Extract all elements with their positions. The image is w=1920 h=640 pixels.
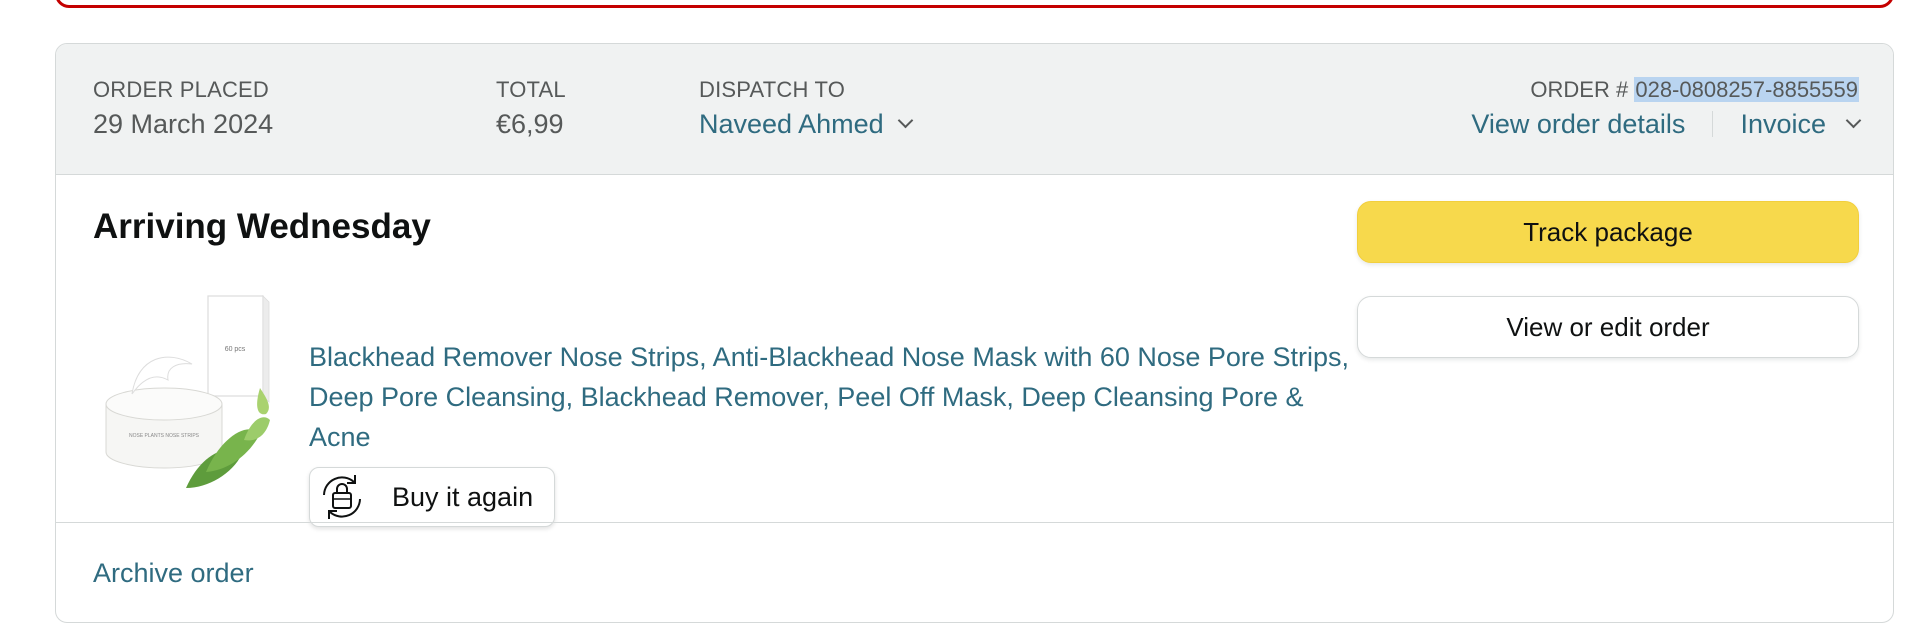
invoice-label: Invoice bbox=[1740, 109, 1826, 139]
track-package-button[interactable]: Track package bbox=[1357, 201, 1859, 263]
order-links: View order details Invoice bbox=[1471, 106, 1862, 142]
jar-lid bbox=[105, 387, 223, 421]
view-order-details-link[interactable]: View order details bbox=[1471, 106, 1685, 142]
jar-label: NOSE PLANTS NOSE STRIPS bbox=[129, 433, 200, 439]
dispatch-recipient-dropdown[interactable]: Naveed Ahmed bbox=[699, 106, 913, 142]
order-placed-label: ORDER PLACED bbox=[93, 77, 269, 102]
order-number-line: ORDER # 028-0808257-8855559 bbox=[1471, 76, 1859, 104]
alert-banner bbox=[55, 0, 1894, 8]
product-title-link[interactable]: Blackhead Remover Nose Strips, Anti-Blac… bbox=[309, 337, 1359, 457]
green-leaf-3 bbox=[244, 417, 270, 441]
total-column: TOTAL €6,99 bbox=[496, 76, 566, 142]
delivery-status-heading: Arriving Wednesday bbox=[93, 207, 431, 246]
archive-order-link[interactable]: Archive order bbox=[93, 555, 254, 591]
product-box-side bbox=[262, 295, 270, 403]
view-edit-order-button[interactable]: View or edit order bbox=[1357, 296, 1859, 358]
link-divider bbox=[1712, 111, 1714, 137]
order-header: ORDER PLACED 29 March 2024 TOTAL €6,99 D… bbox=[56, 44, 1893, 175]
buy-again-icon bbox=[323, 475, 361, 519]
dispatch-label: DISPATCH TO bbox=[699, 77, 846, 102]
order-card: ORDER PLACED 29 March 2024 TOTAL €6,99 D… bbox=[55, 43, 1894, 623]
chevron-down-icon bbox=[1845, 112, 1862, 128]
bag-handle bbox=[336, 483, 348, 493]
product-box-text: 60 pcs bbox=[225, 346, 246, 353]
chevron-down-icon bbox=[897, 112, 913, 128]
product-image[interactable]: 60 pcs NOSE PLANTS NOSE STRIPS bbox=[104, 294, 294, 509]
buy-again-button[interactable]: Buy it again bbox=[309, 467, 555, 527]
bag-body bbox=[332, 492, 352, 509]
dispatch-recipient-name: Naveed Ahmed bbox=[699, 109, 884, 139]
order-number-column: ORDER # 028-0808257-8855559 View order d… bbox=[1471, 76, 1862, 142]
dispatch-column: DISPATCH TO Naveed Ahmed bbox=[699, 76, 913, 142]
buy-again-label: Buy it again bbox=[392, 481, 534, 512]
invoice-dropdown[interactable]: Invoice bbox=[1740, 106, 1862, 142]
order-number[interactable]: 028-0808257-8855559 bbox=[1634, 77, 1859, 102]
order-placed-date: 29 March 2024 bbox=[93, 109, 274, 139]
total-label: TOTAL bbox=[496, 77, 566, 102]
footer-divider bbox=[56, 522, 1893, 523]
total-value: €6,99 bbox=[496, 109, 564, 139]
order-number-prefix: ORDER # bbox=[1530, 77, 1635, 102]
order-placed-column: ORDER PLACED 29 March 2024 bbox=[93, 76, 273, 142]
